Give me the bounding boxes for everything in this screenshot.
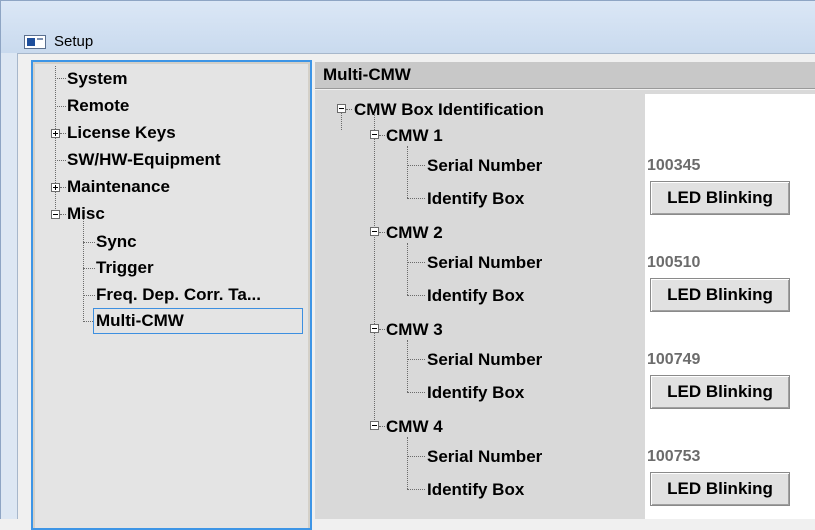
serial-number-value: 100510 bbox=[647, 254, 701, 271]
tree-connector bbox=[341, 113, 342, 130]
tree-connector bbox=[83, 242, 95, 243]
tree-connector bbox=[407, 392, 425, 393]
tree-connector bbox=[407, 340, 408, 392]
collapse-misc-icon[interactable] bbox=[51, 210, 60, 219]
identify-box-label: Identify Box bbox=[427, 189, 525, 208]
collapse-root-icon[interactable] bbox=[337, 104, 346, 113]
tree-connector bbox=[55, 106, 66, 107]
tree-connector bbox=[407, 489, 425, 490]
tree-connector bbox=[407, 437, 408, 489]
tree-connector bbox=[346, 109, 352, 110]
tree-connector bbox=[83, 219, 84, 322]
tree-connector bbox=[83, 295, 95, 296]
tree-item-sync[interactable]: Sync bbox=[96, 232, 137, 252]
serial-number-label: Serial Number bbox=[427, 350, 543, 369]
tree-item-trigger[interactable]: Trigger bbox=[96, 258, 154, 278]
collapse-cmw2-icon[interactable] bbox=[370, 227, 379, 236]
tree-connector bbox=[60, 214, 66, 215]
panel-header: Multi-CMW bbox=[315, 62, 815, 89]
collapse-cmw3-icon[interactable] bbox=[370, 324, 379, 333]
collapse-cmw1-icon[interactable] bbox=[370, 130, 379, 139]
tree-item-remote[interactable]: Remote bbox=[67, 96, 129, 116]
tree-connector bbox=[83, 268, 95, 269]
led-blinking-button-cmw2[interactable]: LED Blinking bbox=[650, 278, 790, 312]
collapse-cmw4-icon[interactable] bbox=[370, 421, 379, 430]
tree-connector bbox=[407, 262, 425, 263]
tree-connector bbox=[407, 146, 408, 198]
tree-item-misc[interactable]: Misc bbox=[67, 204, 105, 224]
serial-number-value: 100753 bbox=[647, 448, 701, 465]
identify-box-label: Identify Box bbox=[427, 383, 525, 402]
tree-connector bbox=[55, 160, 66, 161]
panel-title: Multi-CMW bbox=[323, 65, 411, 84]
led-blinking-button-cmw4[interactable]: LED Blinking bbox=[650, 472, 790, 506]
cmw-box-identification-label: CMW Box Identification bbox=[354, 100, 544, 119]
tree-connector bbox=[407, 243, 408, 295]
app-window-icon bbox=[24, 35, 46, 49]
window-title: Setup bbox=[54, 33, 94, 50]
tree-connector bbox=[379, 232, 385, 233]
tree-connector bbox=[374, 113, 375, 428]
serial-number-label: Serial Number bbox=[427, 447, 543, 466]
cmw3-label: CMW 3 bbox=[386, 320, 443, 339]
expand-license-keys-icon[interactable] bbox=[51, 129, 60, 138]
tree-item-license-keys[interactable]: License Keys bbox=[67, 123, 176, 143]
expand-maintenance-icon[interactable] bbox=[51, 183, 60, 192]
tree-item-multi-cmw[interactable]: Multi-CMW bbox=[96, 311, 184, 331]
cmw4-label: CMW 4 bbox=[386, 417, 443, 436]
cmw1-label: CMW 1 bbox=[386, 126, 443, 145]
tree-connector bbox=[379, 329, 385, 330]
tree-connector bbox=[407, 359, 425, 360]
led-blinking-button-cmw3[interactable]: LED Blinking bbox=[650, 375, 790, 409]
identify-box-label: Identify Box bbox=[427, 286, 525, 305]
led-blinking-button-cmw1[interactable]: LED Blinking bbox=[650, 181, 790, 215]
tree-connector bbox=[379, 426, 385, 427]
tree-connector bbox=[407, 198, 425, 199]
serial-number-value: 100345 bbox=[647, 157, 701, 174]
tree-connector bbox=[379, 135, 385, 136]
tree-connector bbox=[60, 133, 66, 134]
serial-number-value: 100749 bbox=[647, 351, 701, 368]
tree-connector bbox=[60, 187, 66, 188]
tree-item-sw-hw-equipment[interactable]: SW/HW-Equipment bbox=[67, 150, 221, 170]
tree-item-freq-dep-corr[interactable]: Freq. Dep. Corr. Ta... bbox=[96, 285, 261, 305]
tree-connector bbox=[407, 165, 425, 166]
cmw2-label: CMW 2 bbox=[386, 223, 443, 242]
serial-number-label: Serial Number bbox=[427, 253, 543, 272]
tree-item-system[interactable]: System bbox=[67, 69, 127, 89]
tree-connector bbox=[407, 456, 425, 457]
tree-connector bbox=[55, 78, 66, 79]
identify-box-label: Identify Box bbox=[427, 480, 525, 499]
serial-number-label: Serial Number bbox=[427, 156, 543, 175]
title-bar[interactable]: Setup bbox=[1, 1, 815, 53]
tree-item-maintenance[interactable]: Maintenance bbox=[67, 177, 170, 197]
tree-connector bbox=[407, 295, 425, 296]
